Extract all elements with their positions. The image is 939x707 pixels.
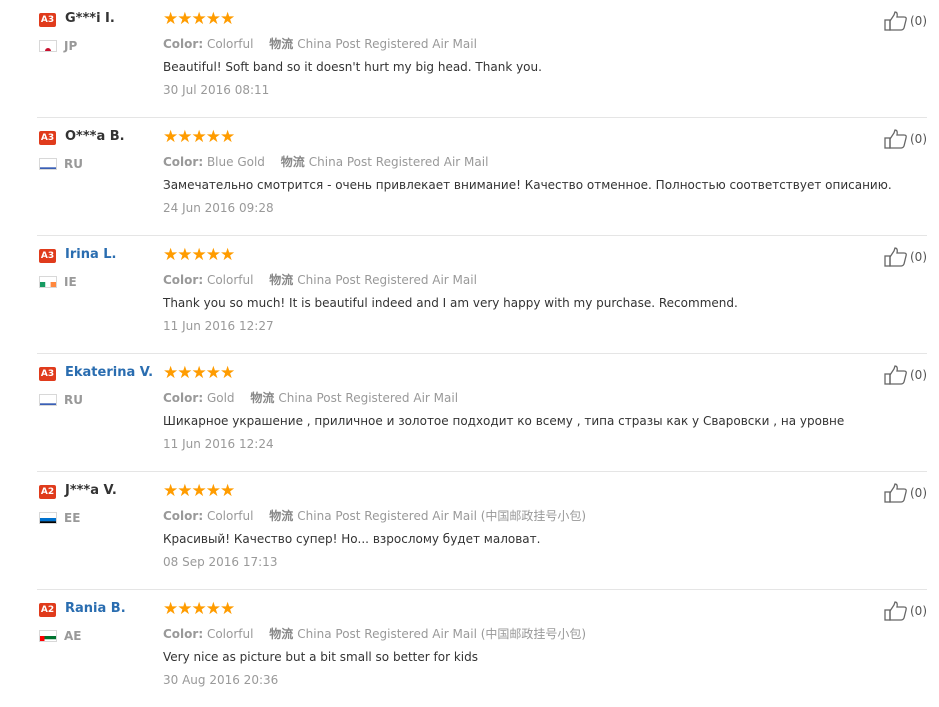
color-label: Color: [163,273,204,287]
thumbs-up-icon [884,247,907,267]
reviewer-country: AE [64,629,82,643]
reviewer-country: RU [64,157,83,171]
helpful-button[interactable]: (0) [884,129,927,149]
thumbs-up-icon [884,483,907,503]
review-text: Beautiful! Soft band so it doesn't hurt … [163,60,542,74]
color-value: Colorful [206,37,254,51]
color-label: Color: [163,509,204,523]
order-info: Color: Colorful 物流 China Post Registered … [163,625,586,642]
review-item: A2 J***a V. EE ★★★★★ Color: Colorful 物流 C… [37,472,927,590]
review-date: 11 Jun 2016 12:27 [163,319,274,333]
logistics-icon: 物流 [280,155,305,169]
logistics-icon: 物流 [269,273,294,287]
helpful-button[interactable]: (0) [884,601,927,621]
reviewer-country: JP [64,39,78,53]
color-label: Color: [163,155,204,169]
flag-ru-icon [39,158,57,170]
order-info: Color: Colorful 物流 China Post Registered … [163,35,477,52]
buyer-level-badge: A3 [39,367,56,381]
star-rating: ★★★★★ [163,9,235,29]
reviewer-name: O***a B. [65,129,125,144]
review-text: Красивый! Качество супер! Но... взрослом… [163,532,541,546]
flag-ee-icon [39,512,57,524]
shipping-method: China Post Registered Air Mail [308,155,489,169]
helpful-count: (0) [910,368,927,382]
review-feed: A3 G***i I. JP ★★★★★ Color: Colorful 物流 C… [37,0,927,707]
helpful-count: (0) [910,14,927,28]
color-label: Color: [163,627,204,641]
logistics-icon: 物流 [250,391,275,405]
flag-jp-icon [39,40,57,52]
helpful-count: (0) [910,250,927,264]
shipping-method: China Post Registered Air Mail [278,391,459,405]
flag-ae-icon [39,630,57,642]
helpful-count: (0) [910,604,927,618]
flag-ie-icon [39,276,57,288]
order-info: Color: Blue Gold 物流 China Post Registered… [163,153,488,170]
helpful-button[interactable]: (0) [884,11,927,31]
star-rating: ★★★★★ [163,127,235,147]
color-value: Gold [206,391,235,405]
color-label: Color: [163,37,204,51]
star-rating: ★★★★★ [163,481,235,501]
thumbs-up-icon [884,11,907,31]
reviewer-country: IE [64,275,77,289]
review-item: A2 Rania B. AE ★★★★★ Color: Colorful 物流 C… [37,590,927,707]
reviewer-country: RU [64,393,83,407]
helpful-count: (0) [910,486,927,500]
color-value: Colorful [206,273,254,287]
review-text: Замечательно смотрится - очень привлекае… [163,178,892,192]
color-value: Colorful [206,627,254,641]
review-date: 11 Jun 2016 12:24 [163,437,274,451]
reviewer-name-link[interactable]: Ekaterina V. [65,365,153,380]
shipping-method: China Post Registered Air Mail (中国邮政挂号小包… [297,627,587,641]
buyer-level-badge: A3 [39,131,56,145]
helpful-button[interactable]: (0) [884,365,927,385]
shipping-method: China Post Registered Air Mail (中国邮政挂号小包… [297,509,587,523]
buyer-level-badge: A2 [39,485,56,499]
review-date: 24 Jun 2016 09:28 [163,201,274,215]
order-info: Color: Colorful 物流 China Post Registered … [163,271,477,288]
review-date: 08 Sep 2016 17:13 [163,555,278,569]
review-item: A3 O***a B. RU ★★★★★ Color: Blue Gold 物流… [37,118,927,236]
logistics-icon: 物流 [269,627,294,641]
review-text: Thank you so much! It is beautiful indee… [163,296,738,310]
helpful-button[interactable]: (0) [884,247,927,267]
reviewer-name-link[interactable]: Rania B. [65,601,126,616]
logistics-icon: 物流 [269,37,294,51]
helpful-count: (0) [910,132,927,146]
reviewer-name-link[interactable]: Irina L. [65,247,116,262]
buyer-level-badge: A3 [39,13,56,27]
color-value: Colorful [206,509,254,523]
logistics-icon: 物流 [269,509,294,523]
review-text: Very nice as picture but a bit small so … [163,650,478,664]
reviewer-country: EE [64,511,81,525]
buyer-level-badge: A2 [39,603,56,617]
thumbs-up-icon [884,601,907,621]
color-label: Color: [163,391,204,405]
reviewer-name: G***i I. [65,11,115,26]
reviewer-name: J***a V. [65,483,117,498]
color-value: Blue Gold [206,155,265,169]
order-info: Color: Colorful 物流 China Post Registered … [163,507,586,524]
star-rating: ★★★★★ [163,599,235,619]
review-date: 30 Aug 2016 20:36 [163,673,279,687]
star-rating: ★★★★★ [163,363,235,383]
thumbs-up-icon [884,365,907,385]
review-item: A3 Irina L. IE ★★★★★ Color: Colorful 物流 C… [37,236,927,354]
buyer-level-badge: A3 [39,249,56,263]
star-rating: ★★★★★ [163,245,235,265]
helpful-button[interactable]: (0) [884,483,927,503]
review-date: 30 Jul 2016 08:11 [163,83,270,97]
flag-ru-icon [39,394,57,406]
review-text: Шикарное украшение , приличное и золотое… [163,414,845,428]
shipping-method: China Post Registered Air Mail [297,273,477,287]
review-item: A3 G***i I. JP ★★★★★ Color: Colorful 物流 C… [37,0,927,118]
review-item: A3 Ekaterina V. RU ★★★★★ Color: Gold 物流 C… [37,354,927,472]
order-info: Color: Gold 物流 China Post Registered Air … [163,389,458,406]
shipping-method: China Post Registered Air Mail [297,37,477,51]
thumbs-up-icon [884,129,907,149]
